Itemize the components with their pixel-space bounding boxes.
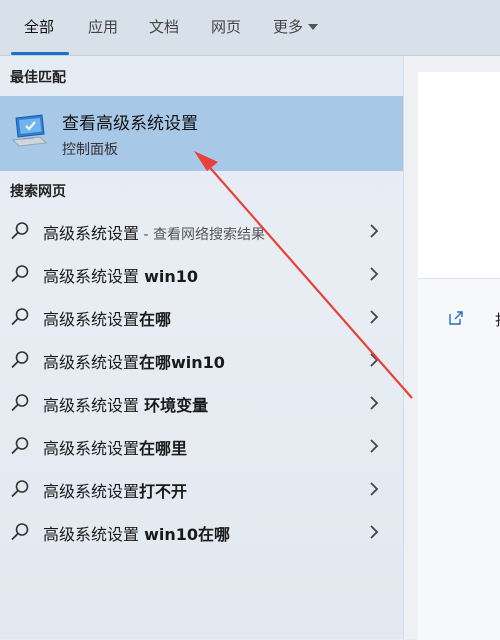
search-result-text: 高级系统设置 - 查看网络搜索结果 (43, 220, 265, 244)
result-base: 高级系统设置 (43, 224, 140, 243)
chevron-right-icon[interactable] (368, 438, 380, 454)
result-base: 高级系统设置 (43, 267, 145, 286)
search-scope-tabs: 全部 应用 文档 网页 更多 (0, 0, 500, 56)
search-result-row[interactable]: 高级系统设置 - 查看网络搜索结果 (0, 209, 403, 252)
search-result-text: 高级系统设置在哪 (43, 306, 171, 330)
result-base: 高级系统设置 (43, 525, 145, 544)
search-icon (11, 480, 29, 498)
chevron-right-icon[interactable] (368, 266, 380, 282)
best-match-title: 查看高级系统设置 (62, 114, 198, 134)
best-match-subtitle: 控制面板 (62, 142, 118, 158)
search-icon (11, 523, 29, 541)
computer-settings-icon (11, 114, 48, 147)
search-result-row[interactable]: 高级系统设置在哪 (0, 295, 403, 338)
search-result-text: 高级系统设置 win10在哪 (43, 521, 230, 545)
result-suggestion: win10在哪 (144, 525, 231, 544)
search-result-row[interactable]: 高级系统设置在哪里 (0, 424, 403, 467)
search-icon (11, 394, 29, 412)
search-result-text: 高级系统设置在哪里 (43, 435, 187, 459)
search-result-row[interactable]: 高级系统设置 win10在哪 (0, 510, 403, 553)
result-base: 高级系统设置 (43, 482, 140, 501)
result-suggestion: 环境变量 (144, 396, 209, 415)
preview-pane: 打开 (403, 56, 500, 640)
web-search-header: 搜索网页 (10, 184, 66, 200)
best-match-item[interactable]: 查看高级系统设置 控制面板 (0, 96, 403, 171)
search-result-text: 高级系统设置 win10 (43, 263, 198, 287)
chevron-right-icon[interactable] (368, 309, 380, 325)
search-result-row[interactable]: 高级系统设置 win10 (0, 252, 403, 295)
preview-actions: 打开 (418, 278, 500, 640)
open-label: 打开 (495, 309, 500, 330)
search-icon (11, 308, 29, 326)
chevron-right-icon[interactable] (368, 223, 380, 239)
search-icon (11, 222, 29, 240)
search-icon (11, 265, 29, 283)
caret-down-icon (308, 24, 319, 30)
tab-more[interactable]: 更多 (273, 16, 319, 37)
tab-documents[interactable]: 文档 (149, 16, 179, 37)
result-suggestion: 在哪win10 (139, 353, 225, 372)
search-result-text: 高级系统设置 环境变量 (43, 392, 208, 416)
chevron-right-icon[interactable] (368, 352, 380, 368)
active-tab-indicator (11, 52, 69, 55)
chevron-right-icon[interactable] (368, 524, 380, 540)
tab-all[interactable]: 全部 (24, 16, 54, 37)
search-icon (11, 437, 29, 455)
result-hint: - 查看网络搜索结果 (139, 227, 265, 243)
search-result-row[interactable]: 高级系统设置打不开 (0, 467, 403, 510)
search-icon (11, 351, 29, 369)
tab-apps[interactable]: 应用 (88, 16, 118, 37)
result-base: 高级系统设置 (43, 439, 140, 458)
tab-web[interactable]: 网页 (211, 16, 241, 37)
best-match-header: 最佳匹配 (10, 70, 66, 86)
result-suggestion: win10 (144, 267, 199, 286)
tab-more-label: 更多 (273, 18, 304, 36)
open-external-icon (449, 311, 463, 325)
chevron-right-icon[interactable] (368, 395, 380, 411)
search-result-text: 高级系统设置打不开 (43, 478, 187, 502)
result-base: 高级系统设置 (43, 396, 145, 415)
chevron-right-icon[interactable] (368, 481, 380, 497)
preview-card (418, 72, 500, 278)
result-base: 高级系统设置 (43, 353, 140, 372)
result-suggestion: 在哪里 (139, 439, 188, 458)
search-result-text: 高级系统设置在哪win10 (43, 349, 225, 373)
search-result-row[interactable]: 高级系统设置 环境变量 (0, 381, 403, 424)
result-base: 高级系统设置 (43, 310, 140, 329)
result-suggestion: 打不开 (139, 482, 188, 501)
result-suggestion: 在哪 (139, 310, 172, 329)
search-result-row[interactable]: 高级系统设置在哪win10 (0, 338, 403, 381)
